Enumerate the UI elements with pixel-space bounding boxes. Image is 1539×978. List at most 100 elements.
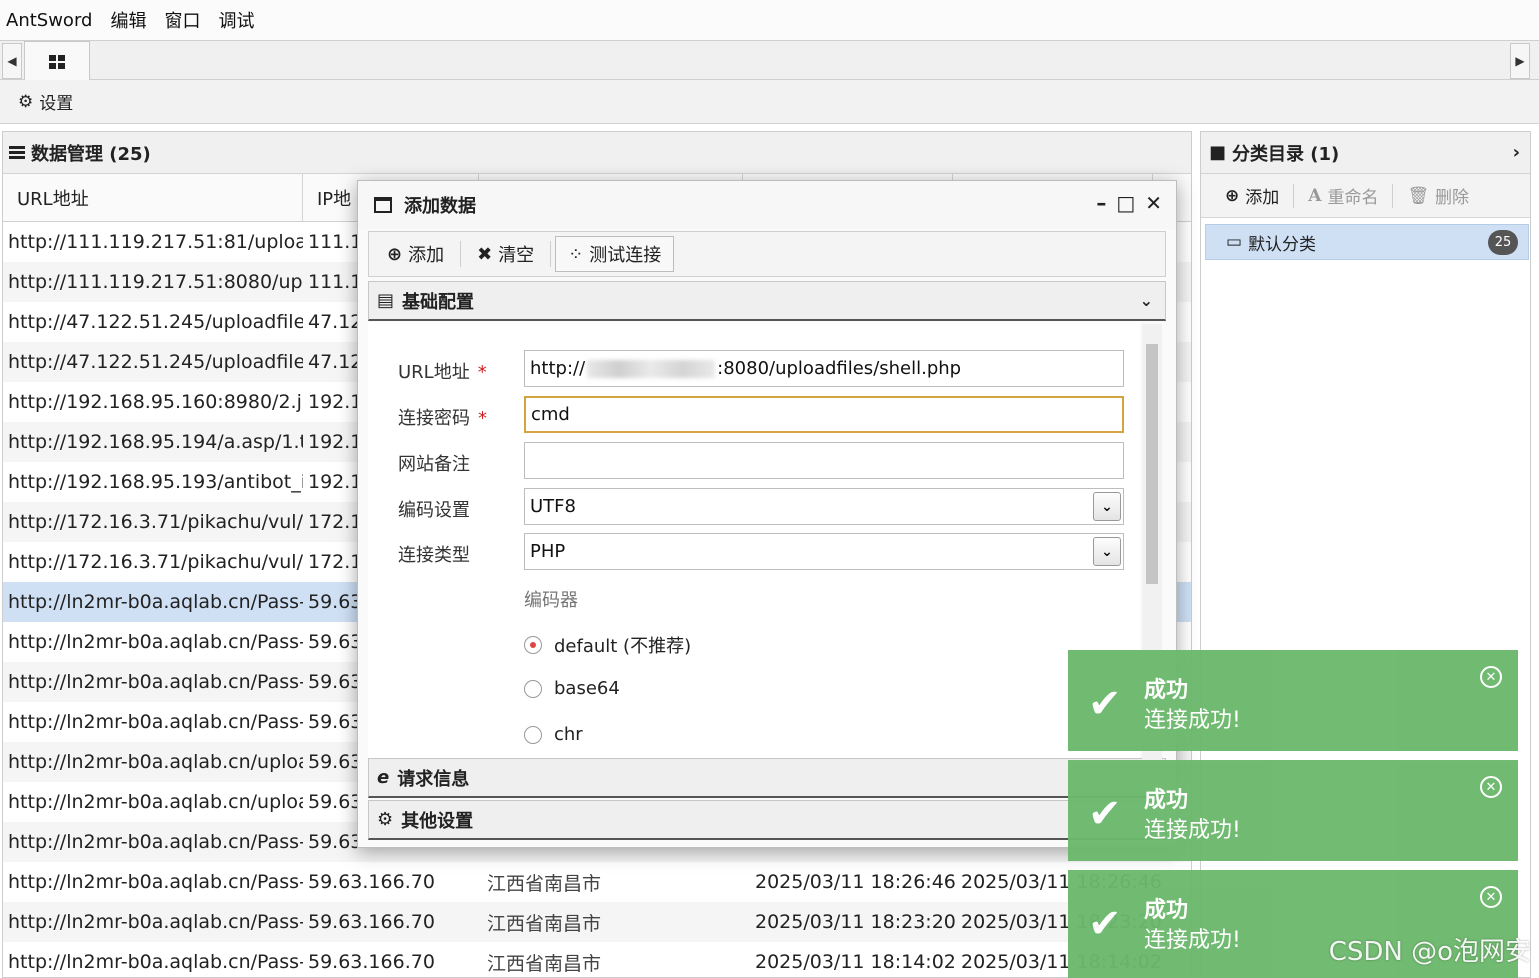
url-input[interactable]: http://:8080/uploadfiles/shell.php [524,350,1124,387]
category-item-label: 默认分类 [1248,234,1317,255]
section-other-label: 其他设置 [401,810,474,832]
column-header-url[interactable]: URL地址 [3,174,303,221]
gears-icon: ⚙ [377,809,394,830]
close-icon[interactable]: ✕ [1480,776,1502,798]
row-url: http://ln2mr-b0a.aqlab.cn/Pass-01 [8,631,303,653]
encoding-row: 编码设置 UTF8 ⌄ [368,488,1140,528]
data-panel-title: 数据管理 (25) [31,143,151,165]
table-row[interactable]: http://ln2mr-b0a.aqlab.cn/Pass-07 59.63.1… [3,942,1191,977]
basic-config-body: URL地址 * http://:8080/uploadfiles/shell.ph… [368,322,1140,758]
encoder-option-label: chr [554,724,583,745]
success-toast: ✔ 成功 连接成功! ✕ [1068,650,1518,751]
x-icon: ✖ [477,243,493,265]
row-url: http://192.168.95.194/a.asp/1.txt [8,431,303,453]
folder-icon: ■ [1209,142,1227,163]
category-rename-button[interactable]: A 重命名 [1308,183,1378,209]
file-icon: ▤ [377,290,395,311]
row-url: http://192.168.95.160:8980/2.jpg [8,391,303,413]
note-input[interactable] [524,442,1124,479]
row-created: 2025/03/11 18:14:02 [755,951,956,973]
row-url: http://ln2mr-b0a.aqlab.cn/upload/ [8,751,303,773]
section-basic-config[interactable]: ▤ 基础配置 ⌄ [368,281,1166,321]
row-url: http://172.16.3.71/pikachu/vul/file [8,511,303,533]
section-other-settings[interactable]: ⚙ 其他设置 [368,800,1166,840]
font-icon: A [1308,185,1322,206]
encoder-option-default[interactable]: default (不推荐) [524,632,691,658]
row-url: http://ln2mr-b0a.aqlab.cn/Pass-19 [8,591,303,613]
spinner-icon: ⁘ [568,243,584,265]
test-connection-button[interactable]: ⁘ 测试连接 [555,236,675,272]
minimize-icon[interactable]: – [1096,191,1106,215]
row-address: 江西省南昌市 [487,952,602,975]
category-delete-button[interactable]: 🗑 删除 [1407,183,1470,209]
radio-unchecked[interactable] [524,725,542,744]
dialog-clear-button[interactable]: ✖ 清空 [465,236,546,272]
encoding-value: UTF8 [530,496,576,517]
table-row[interactable]: http://ln2mr-b0a.aqlab.cn/Pass-09 59.63.1… [3,862,1191,902]
chevron-down-icon[interactable]: ⌄ [1093,537,1121,566]
category-item-default[interactable]: ▭ 默认分类 25 [1205,224,1529,260]
check-icon: ✔ [1088,901,1122,947]
password-input[interactable]: cmd [524,396,1124,433]
row-url: http://ln2mr-b0a.aqlab.cn/Pass-01 [8,671,303,693]
password-row: 连接密码 * cmd [368,396,1140,436]
password-label: 连接密码 * [398,408,487,429]
url-label: URL地址 * [398,362,487,383]
encoder-option-base64[interactable]: base64 [524,678,620,699]
chevron-down-icon[interactable]: ⌄ [1093,492,1121,521]
chevron-down-icon: ⌄ [1139,291,1153,310]
close-icon[interactable]: ✕ [1145,191,1162,215]
encoding-select[interactable]: UTF8 ⌄ [524,488,1124,525]
grid-icon [49,54,65,69]
type-select[interactable]: PHP ⌄ [524,533,1124,570]
row-created: 2025/03/11 18:23:20 [755,911,956,933]
category-delete-label: 删除 [1435,188,1470,208]
category-panel-title: 分类目录 (1) [1232,143,1340,165]
menu-window[interactable]: 窗口 [164,7,200,33]
trash-icon: 🗑 [1407,185,1430,206]
tab-scroll-right-icon[interactable]: ▶ [1510,43,1530,79]
dialog-add-button[interactable]: ⊕ 添加 [375,236,456,272]
success-toast: ✔ 成功 连接成功! ✕ [1068,760,1518,861]
close-icon[interactable]: ✕ [1480,666,1502,688]
toast-title: 成功 [1144,898,1189,923]
dialog-add-label: 添加 [408,245,445,266]
main-toolbar: ⚙ 设置 [0,80,1539,124]
settings-button[interactable]: 设置 [39,89,73,114]
toast-message: 连接成功! [1144,818,1241,843]
gear-icon: ⚙ [18,91,34,112]
table-row[interactable]: http://ln2mr-b0a.aqlab.cn/Pass-08 59.63.1… [3,902,1191,942]
toast-message: 连接成功! [1144,708,1241,733]
row-url: http://ln2mr-b0a.aqlab.cn/Pass-08 [8,911,303,933]
toast-title: 成功 [1144,678,1189,703]
watermark: CSDN @o泡网安 [1328,937,1531,967]
tab-scroll-left-icon[interactable]: ◀ [2,43,22,79]
category-add-button[interactable]: ⊕ 添加 [1225,183,1280,209]
radio-unchecked[interactable] [524,679,542,698]
menu-debug[interactable]: 调试 [218,7,254,33]
row-ip: 59.63.166.70 [308,871,435,893]
maximize-icon[interactable]: □ [1116,191,1135,215]
tab-home[interactable] [24,41,90,81]
menu-app[interactable]: AntSword [6,10,92,31]
dialog-titlebar[interactable]: 添加数据 – □ ✕ [358,181,1176,229]
close-icon[interactable]: ✕ [1480,886,1502,908]
encoder-option-label: base64 [554,678,620,699]
dialog-toolbar: ⊕ 添加 ✖ 清空 ⁘ 测试连接 [368,231,1166,277]
add-data-dialog: 添加数据 – □ ✕ ⊕ 添加 ✖ 清空 ⁘ 测试连接 ▤ 基础配置 ⌄ URL… [357,180,1177,848]
category-add-label: 添加 [1245,188,1280,208]
list-icon [9,146,25,159]
row-url: http://ln2mr-b0a.aqlab.cn/Pass-09 [8,871,303,893]
chevron-right-icon[interactable]: › [1513,142,1520,163]
section-request-info[interactable]: e 请求信息 [368,758,1166,798]
radio-checked[interactable] [524,636,542,654]
check-icon: ✔ [1088,791,1122,837]
test-connection-label: 测试连接 [589,245,662,266]
type-label: 连接类型 [398,545,470,566]
menu-edit[interactable]: 编辑 [110,7,146,33]
note-row: 网站备注 [368,442,1140,482]
toast-message: 连接成功! [1144,928,1241,953]
plus-circle-icon: ⊕ [1225,185,1240,206]
menubar: AntSword 编辑 窗口 调试 [0,0,1539,40]
encoder-option-chr[interactable]: chr [524,724,583,745]
